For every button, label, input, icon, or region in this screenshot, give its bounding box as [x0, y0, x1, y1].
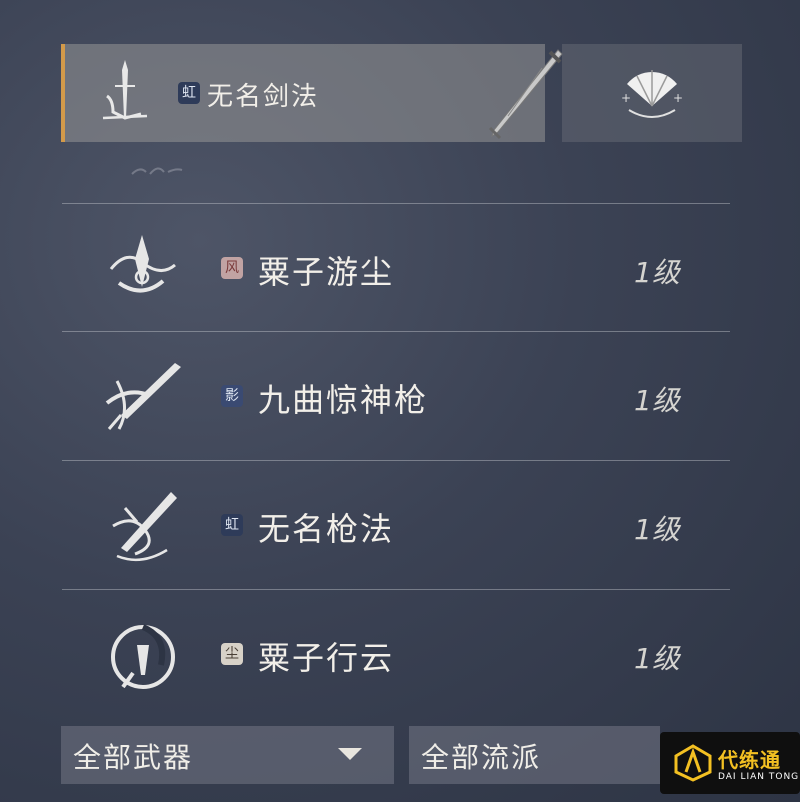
spear-slash-icon [105, 363, 181, 430]
selected-skill-name: 无名剑法 [207, 82, 320, 112]
watermark-title: 代练通 [718, 748, 781, 772]
selected-skill-card[interactable]: 虹 无名剑法 [61, 44, 563, 142]
skill-level: 1级 [634, 384, 680, 417]
fan-icon: + + [621, 70, 683, 118]
skill-level: 1级 [634, 256, 680, 289]
watermark-logo: 代练通 DAI LIAN TONG [660, 732, 800, 794]
school-filter-label: 全部流派 [421, 741, 542, 774]
school-badge: 尘 [221, 643, 243, 665]
sword-icon [488, 49, 563, 140]
school-filter-dropdown[interactable]: 全部流派 [409, 726, 660, 784]
faded-brush-mark [131, 167, 183, 175]
divider [62, 203, 730, 204]
svg-text:+: + [621, 91, 631, 105]
skill-row[interactable]: 虹 无名枪法 1级 [62, 462, 730, 590]
school-badge: 影 [221, 385, 243, 407]
weapon-filter-dropdown[interactable]: 全部武器 [61, 726, 394, 784]
skill-row[interactable]: 风 粟子游尘 1级 [62, 205, 730, 333]
sword-stance-icon [102, 60, 148, 120]
spear-sweep-icon [112, 492, 177, 562]
skill-row[interactable]: 影 九曲惊神枪 1级 [62, 333, 730, 461]
divider [62, 331, 730, 332]
school-badge: 虹 [178, 82, 200, 104]
watermark-subtitle: DAI LIAN TONG [718, 772, 800, 782]
logo-icon [674, 744, 712, 782]
fan-skill-button[interactable]: + + [562, 44, 742, 142]
svg-text:+: + [673, 91, 683, 105]
skill-level: 1级 [634, 642, 680, 675]
spiral-blade-icon [111, 624, 175, 689]
skill-level: 1级 [634, 513, 680, 546]
skill-row[interactable]: 尘 粟子行云 1级 [62, 591, 730, 719]
skill-name: 九曲惊神枪 [258, 381, 429, 419]
weapon-filter-label: 全部武器 [73, 741, 194, 774]
school-badge: 虹 [221, 514, 243, 536]
divider [62, 460, 730, 461]
skill-name: 无名枪法 [258, 510, 395, 548]
skill-name: 粟子游尘 [258, 253, 395, 291]
school-badge: 风 [221, 257, 243, 279]
whirl-blade-icon [109, 235, 176, 293]
dropdown-arrow-icon [338, 748, 362, 760]
skill-name: 粟子行云 [258, 639, 395, 677]
divider [62, 589, 730, 590]
